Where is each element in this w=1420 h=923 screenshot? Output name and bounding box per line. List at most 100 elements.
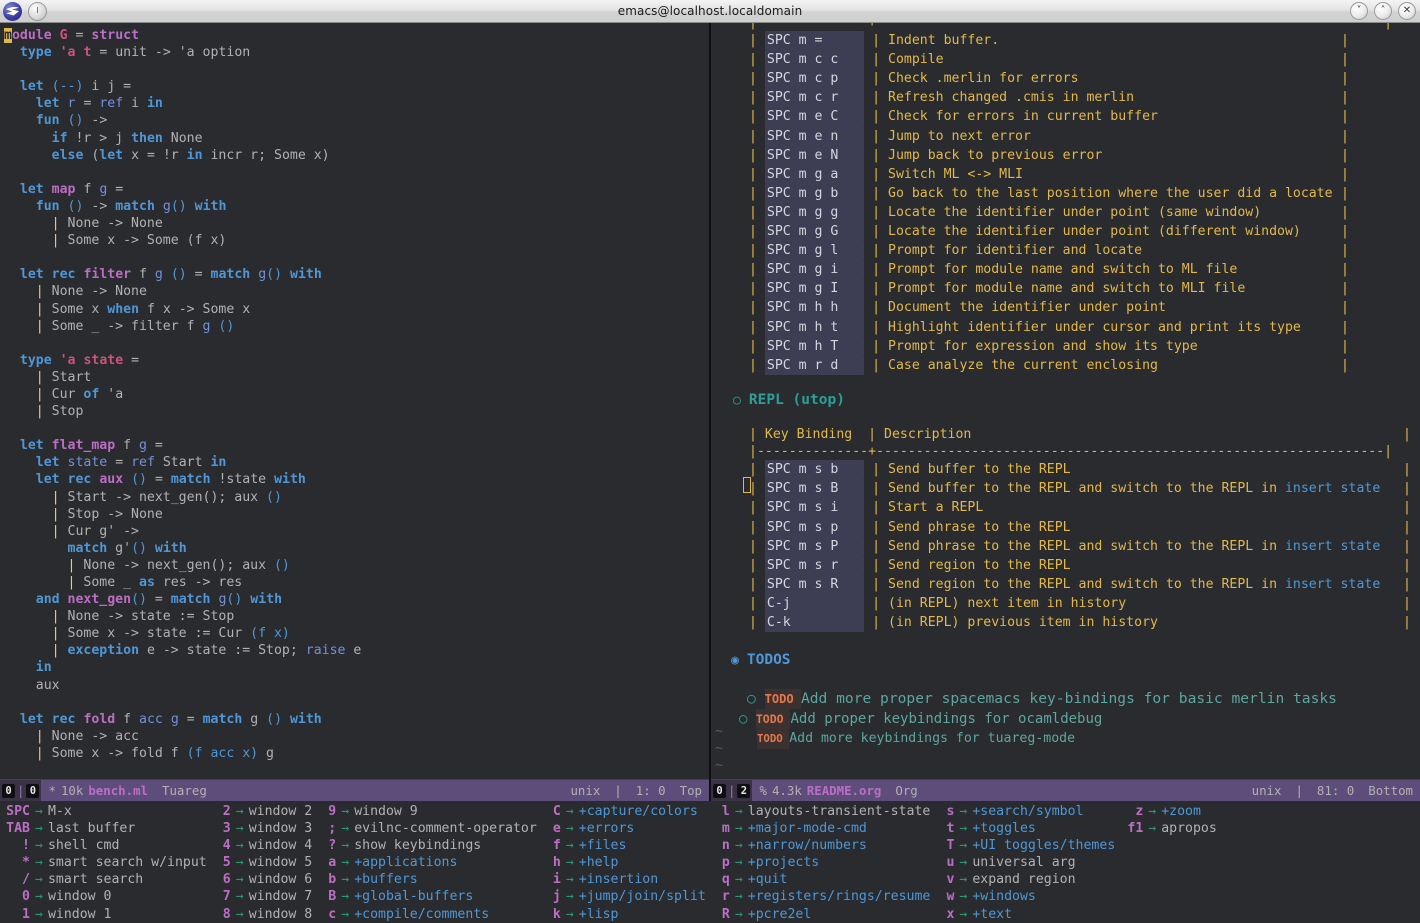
which-key-entry[interactable]: ; → evilnc-comment-operator <box>318 820 537 837</box>
which-key-entry[interactable]: SPC → M-x <box>0 803 207 820</box>
repl-table-row[interactable]: | SPC m s B | Send buffer to the REPL an… <box>749 479 1411 499</box>
merlin-table-row[interactable]: | SPC m c c | Compile | <box>749 50 1349 70</box>
merlin-keybinding-table[interactable]: | SPC m = | Indent buffer. | | SPC m c c |… <box>749 31 1349 375</box>
repl-keybinding-table[interactable]: | Key Binding | Description | |-----------… <box>743 426 1411 633</box>
which-key-entry[interactable]: a → +applications <box>318 854 537 871</box>
merlin-table-row[interactable]: | SPC m c r | Refresh changed .cmis in m… <box>749 88 1349 108</box>
repl-table-row[interactable]: | SPC m s p | Send phrase to the REPL | <box>749 517 1411 537</box>
which-key-entry[interactable]: v → expand region <box>936 871 1115 888</box>
which-key-entry[interactable]: 7 → window 7 <box>213 888 312 905</box>
which-key-panel[interactable]: SPC → M-x TAB → last buffer! → shell cmd * → smart… <box>0 801 1420 923</box>
which-key-entry[interactable]: r → +registers/rings/resume <box>712 888 931 905</box>
merlin-table-row[interactable]: | SPC m g i | Prompt for module name and… <box>749 260 1349 280</box>
org-todo-item[interactable]: ○ TODO Add more proper spacemacs key-bin… <box>747 689 1420 710</box>
which-key-entry[interactable]: 3 → window 3 <box>213 820 312 837</box>
which-key-entry[interactable]: ! → shell cmd <box>0 837 207 854</box>
merlin-table-row[interactable]: | SPC m g l | Prompt for identifier and … <box>749 241 1349 261</box>
modeline-major-mode-right[interactable]: Org <box>888 780 924 802</box>
merlin-table-row[interactable]: | SPC m g a | Switch ML <-> MLI | <box>749 164 1349 184</box>
repl-table-row[interactable]: | SPC m s R | Send region to the REPL an… <box>749 574 1411 594</box>
maximize-button[interactable]: ˄ <box>1374 2 1392 20</box>
merlin-table-row[interactable]: | SPC m g I | Prompt for module name and… <box>749 279 1349 299</box>
repl-table-row[interactable]: | C-j | (in REPL) next item in history | <box>749 593 1411 613</box>
which-key-entry[interactable]: B → +global-buffers <box>318 888 537 905</box>
merlin-table-row[interactable]: | SPC m g b | Go back to the last positi… <box>749 183 1349 203</box>
which-key-entry[interactable]: k → +lisp <box>543 906 706 923</box>
which-key-entry[interactable]: l → layouts-transient-state <box>712 803 931 820</box>
which-key-entry[interactable]: 6 → window 6 <box>213 871 312 888</box>
code-line: | Stop -> None <box>4 506 709 523</box>
merlin-table-row[interactable]: | SPC m e C | Check for errors in curren… <box>749 107 1349 127</box>
which-key-entry[interactable]: n → +narrow/numbers <box>712 837 931 854</box>
merlin-table-row[interactable]: | SPC m h T | Prompt for expression and … <box>749 336 1349 356</box>
editor-window-bench-ml[interactable]: module G = struct type 'a t = unit -> 'a… <box>0 23 709 801</box>
merlin-table-row[interactable]: | SPC m g G | Locate the identifier unde… <box>749 222 1349 242</box>
ocaml-source-code[interactable]: module G = struct type 'a t = unit -> 'a… <box>0 23 709 779</box>
table-border-right: | <box>1341 128 1349 144</box>
which-key-entry[interactable]: f → +files <box>543 837 706 854</box>
merlin-table-row[interactable]: | SPC m h t | Highlight identifier under… <box>749 317 1349 337</box>
which-key-entry[interactable]: e → +errors <box>543 820 706 837</box>
which-key-entry[interactable]: T → +UI toggles/themes <box>936 837 1115 854</box>
which-key-entry[interactable]: 9 → window 9 <box>318 803 537 820</box>
which-key-entry[interactable]: 1 → window 1 <box>0 906 207 923</box>
bench-ml-text-area[interactable]: module G = struct type 'a t = unit -> 'a… <box>0 23 709 779</box>
which-key-group-label: +help <box>578 855 619 871</box>
editor-window-readme-org[interactable]: ~~~~~ |--------------+------------------… <box>711 23 1420 801</box>
repl-table-row[interactable]: | SPC m s i | Start a REPL | <box>749 498 1411 518</box>
org-todo-item[interactable]: ○ TODO Add proper keybindings for ocamld… <box>739 709 1420 730</box>
which-key-entry[interactable]: t → +toggles <box>936 820 1115 837</box>
which-key-entry[interactable]: h → +help <box>543 854 706 871</box>
which-key-entry[interactable]: / → smart search <box>0 871 207 888</box>
which-key-entry[interactable]: f1 → apropos <box>1121 820 1216 837</box>
repl-table-row[interactable]: | SPC m s P | Send phrase to the REPL an… <box>749 536 1411 556</box>
which-key-entry[interactable]: TAB → last buffer <box>0 820 207 837</box>
merlin-table-row[interactable]: | SPC m e n | Jump to next error | <box>749 126 1349 146</box>
window-menu-icon[interactable] <box>28 1 47 21</box>
which-key-entry[interactable]: 0 → window 0 <box>0 888 207 905</box>
repl-table-row[interactable]: | C-k | (in REPL) previous item in histo… <box>749 613 1411 633</box>
which-key-entry[interactable]: c → +compile/comments <box>318 906 537 923</box>
merlin-table-row[interactable]: | SPC m r d | Case analyze the current e… <box>749 355 1349 375</box>
which-key-entry[interactable]: m → +major-mode-cmd <box>712 820 931 837</box>
merlin-table-row[interactable]: | SPC m g g | Locate the identifier unde… <box>749 202 1349 223</box>
which-key-entry[interactable]: 5 → window 5 <box>213 854 312 871</box>
which-key-key: m <box>721 821 730 837</box>
which-key-entry[interactable]: z → +zoom <box>1121 803 1217 820</box>
org-todo-item[interactable]: TODO Add more keybindings for tuareg-mod… <box>757 729 1420 750</box>
which-key-entry[interactable]: j → +jump/join/split <box>543 888 706 905</box>
which-key-entry[interactable]: 4 → window 4 <box>213 837 312 854</box>
code-token: odule <box>11 28 60 43</box>
which-key-entry[interactable]: q → +quit <box>712 871 931 888</box>
which-key-entry[interactable]: 8 → window 8 <box>213 906 312 923</box>
org-heading-repl[interactable]: ○ REPL (utop) <box>733 392 1420 409</box>
minimize-button[interactable]: ˅ <box>1350 2 1368 20</box>
which-key-entry[interactable]: s → +search/symbol <box>936 803 1115 820</box>
table-column-separator: | <box>860 427 884 443</box>
modeline-major-mode[interactable]: Tuareg <box>155 780 214 802</box>
repl-table-row[interactable]: | SPC m s b | Send buffer to the REPL | <box>749 460 1411 480</box>
which-key-entry[interactable]: w → +windows <box>936 888 1115 905</box>
which-key-entry[interactable]: R → +pcre2el <box>712 906 931 923</box>
which-key-entry[interactable]: x → +text <box>936 906 1115 923</box>
which-key-entry[interactable]: u → universal arg <box>936 854 1115 871</box>
merlin-table-row[interactable]: | SPC m h h | Document the identifier un… <box>749 298 1349 318</box>
which-key-entry[interactable]: b → +buffers <box>318 871 537 888</box>
org-heading-todos[interactable]: ◉ TODOS <box>731 649 1420 672</box>
which-key-entry[interactable]: * → smart search w/input <box>0 854 207 871</box>
buffer-file-name-right[interactable]: README.org <box>807 783 882 798</box>
merlin-table-row[interactable]: | SPC m e N | Jump back to previous erro… <box>749 145 1349 165</box>
which-key-entry[interactable]: p → +projects <box>712 854 931 871</box>
merlin-table-row[interactable]: | SPC m = | Indent buffer. | <box>749 31 1349 51</box>
readme-org-text-area[interactable]: ~~~~~ |--------------+------------------… <box>711 23 1420 779</box>
org-content[interactable]: |--------------+------------------------… <box>729 23 1420 779</box>
which-key-entry[interactable]: 2 → window 2 <box>213 803 312 820</box>
repl-table-row[interactable]: | SPC m s r | Send region to the REPL | <box>749 555 1411 575</box>
which-key-entry[interactable]: C → +capture/colors <box>543 803 706 820</box>
close-button[interactable]: ✕ <box>1398 2 1416 20</box>
which-key-entry[interactable]: ? → show keybindings <box>318 837 537 854</box>
which-key-entry[interactable]: i → +insertion <box>543 871 706 888</box>
merlin-table-row[interactable]: | SPC m c p | Check .merlin for errors | <box>749 69 1349 89</box>
buffer-file-name[interactable]: bench.ml <box>88 783 148 798</box>
